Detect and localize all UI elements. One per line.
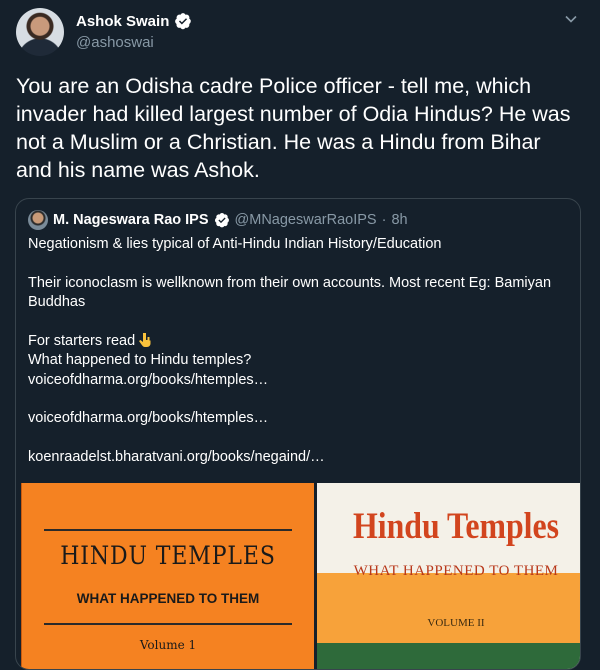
book1-volume: Volume 1 [139,638,197,652]
quoted-tweet-header: M. Nageswara Rao IPS @MNageswarRaoIPS · … [28,210,408,230]
cover-rule [44,529,292,531]
quoted-link[interactable]: voiceofdharma.org/books/htemples… [28,409,568,429]
tweet-text: You are an Odisha cadre Police officer -… [16,74,571,182]
book2-subtitle: WHAT HAPPENED TO THEM [353,563,559,579]
quoted-text-line: Negationism & lies typical of Anti-Hindu… [28,236,442,252]
author-handle[interactable]: @ashoswai [76,34,154,51]
cover-rule [44,623,292,625]
author-name[interactable]: Ashok Swain [76,13,169,30]
verified-badge-icon [214,213,229,228]
quoted-author-handle: @MNageswarRaoIPS [234,212,377,228]
quoted-text-line: For starters read [28,332,568,352]
book2-title: Hindu Temples [352,506,560,547]
author-name-row[interactable]: Ashok Swain [76,12,192,30]
book-cover-volume-2[interactable]: Hindu Temples WHAT HAPPENED TO THEM VOLU… [317,483,580,669]
author-avatar[interactable] [16,8,64,56]
cover-band [317,573,580,643]
caret-down-icon[interactable] [564,12,578,26]
verified-badge-icon [175,13,192,30]
book1-title: HINDU TEMPLES [60,541,276,570]
separator-dot: · [381,212,387,228]
quoted-text-line: Their iconoclasm is wellknown from their… [28,274,552,311]
quoted-author-name: M. Nageswara Rao IPS [53,212,209,228]
quoted-text-starters: For starters read [28,332,136,349]
quoted-link[interactable]: voiceofdharma.org/books/htemples… [28,371,568,391]
quoted-link[interactable]: koenraadelst.bharatvani.org/books/negain… [28,448,568,468]
book-cover-volume-1[interactable]: HINDU TEMPLES WHAT HAPPENED TO THEM Volu… [21,483,314,669]
quoted-tweet-body: Negationism & lies typical of Anti-Hindu… [28,235,568,467]
quoted-text-line: What happened to Hindu temples? [28,352,252,368]
quoted-media[interactable]: HINDU TEMPLES WHAT HAPPENED TO THEM Volu… [16,483,580,669]
quoted-tweet[interactable]: M. Nageswara Rao IPS @MNageswarRaoIPS · … [15,198,581,670]
book1-subtitle: WHAT HAPPENED TO THEM [76,591,260,606]
tweet-header: Ashok Swain @ashoswai [16,8,584,56]
quoted-timestamp: 8h [391,212,408,228]
cover-green-band [317,643,580,669]
quoted-author-avatar [28,210,48,230]
book2-volume: VOLUME II [427,617,485,629]
pointing-down-hand-icon [139,332,151,347]
